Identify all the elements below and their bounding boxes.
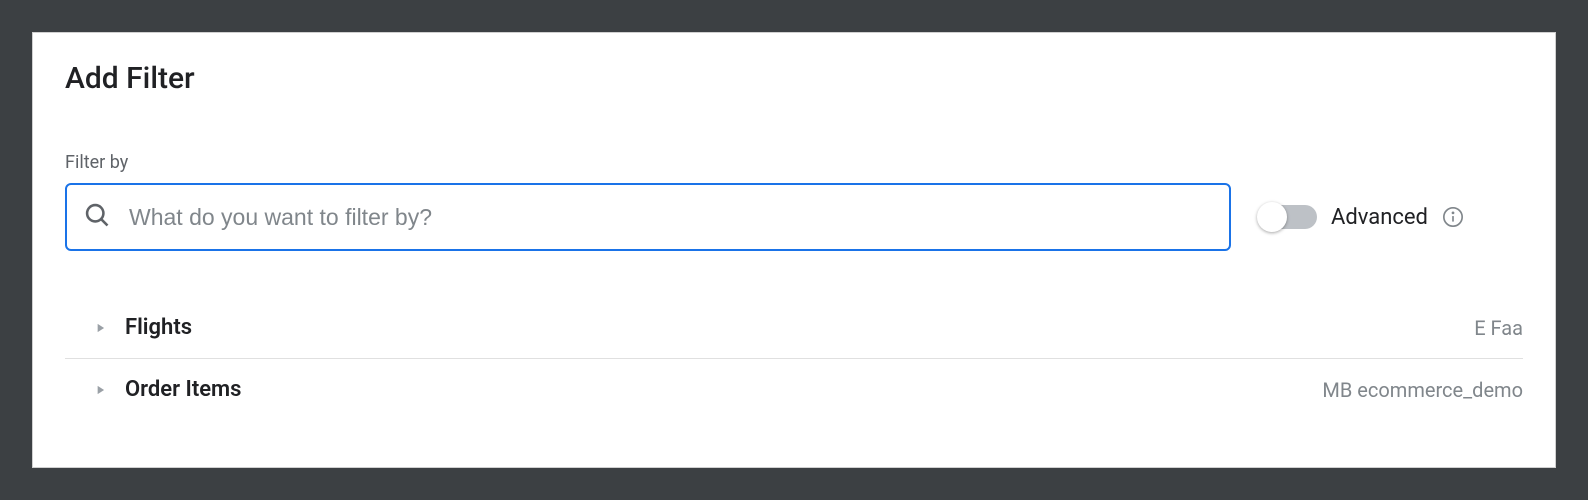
info-icon[interactable] xyxy=(1442,206,1464,228)
list-item-left: Flights xyxy=(65,315,192,340)
chevron-right-icon xyxy=(93,321,107,335)
advanced-group: Advanced xyxy=(1259,205,1464,230)
filter-items-list: Flights E Faa Order Items MB ecommerce_d… xyxy=(65,297,1523,420)
filter-row: Advanced xyxy=(65,183,1523,251)
add-filter-modal: Add Filter Filter by Advanced xyxy=(32,32,1556,468)
search-icon xyxy=(83,201,111,233)
advanced-label: Advanced xyxy=(1331,205,1428,230)
filter-item-order-items[interactable]: Order Items MB ecommerce_demo xyxy=(65,359,1523,420)
search-container[interactable] xyxy=(65,183,1231,251)
modal-title: Add Filter xyxy=(65,61,1523,96)
list-item-left: Order Items xyxy=(65,377,241,402)
item-meta: E Faa xyxy=(1474,316,1523,340)
filter-item-flights[interactable]: Flights E Faa xyxy=(65,297,1523,359)
filter-by-label: Filter by xyxy=(65,152,1523,173)
item-name: Flights xyxy=(125,315,192,340)
item-name: Order Items xyxy=(125,377,241,402)
chevron-right-icon xyxy=(93,383,107,397)
advanced-toggle[interactable] xyxy=(1259,205,1317,229)
filter-search-input[interactable] xyxy=(129,185,1213,249)
item-meta: MB ecommerce_demo xyxy=(1322,378,1523,402)
toggle-knob xyxy=(1257,202,1287,232)
